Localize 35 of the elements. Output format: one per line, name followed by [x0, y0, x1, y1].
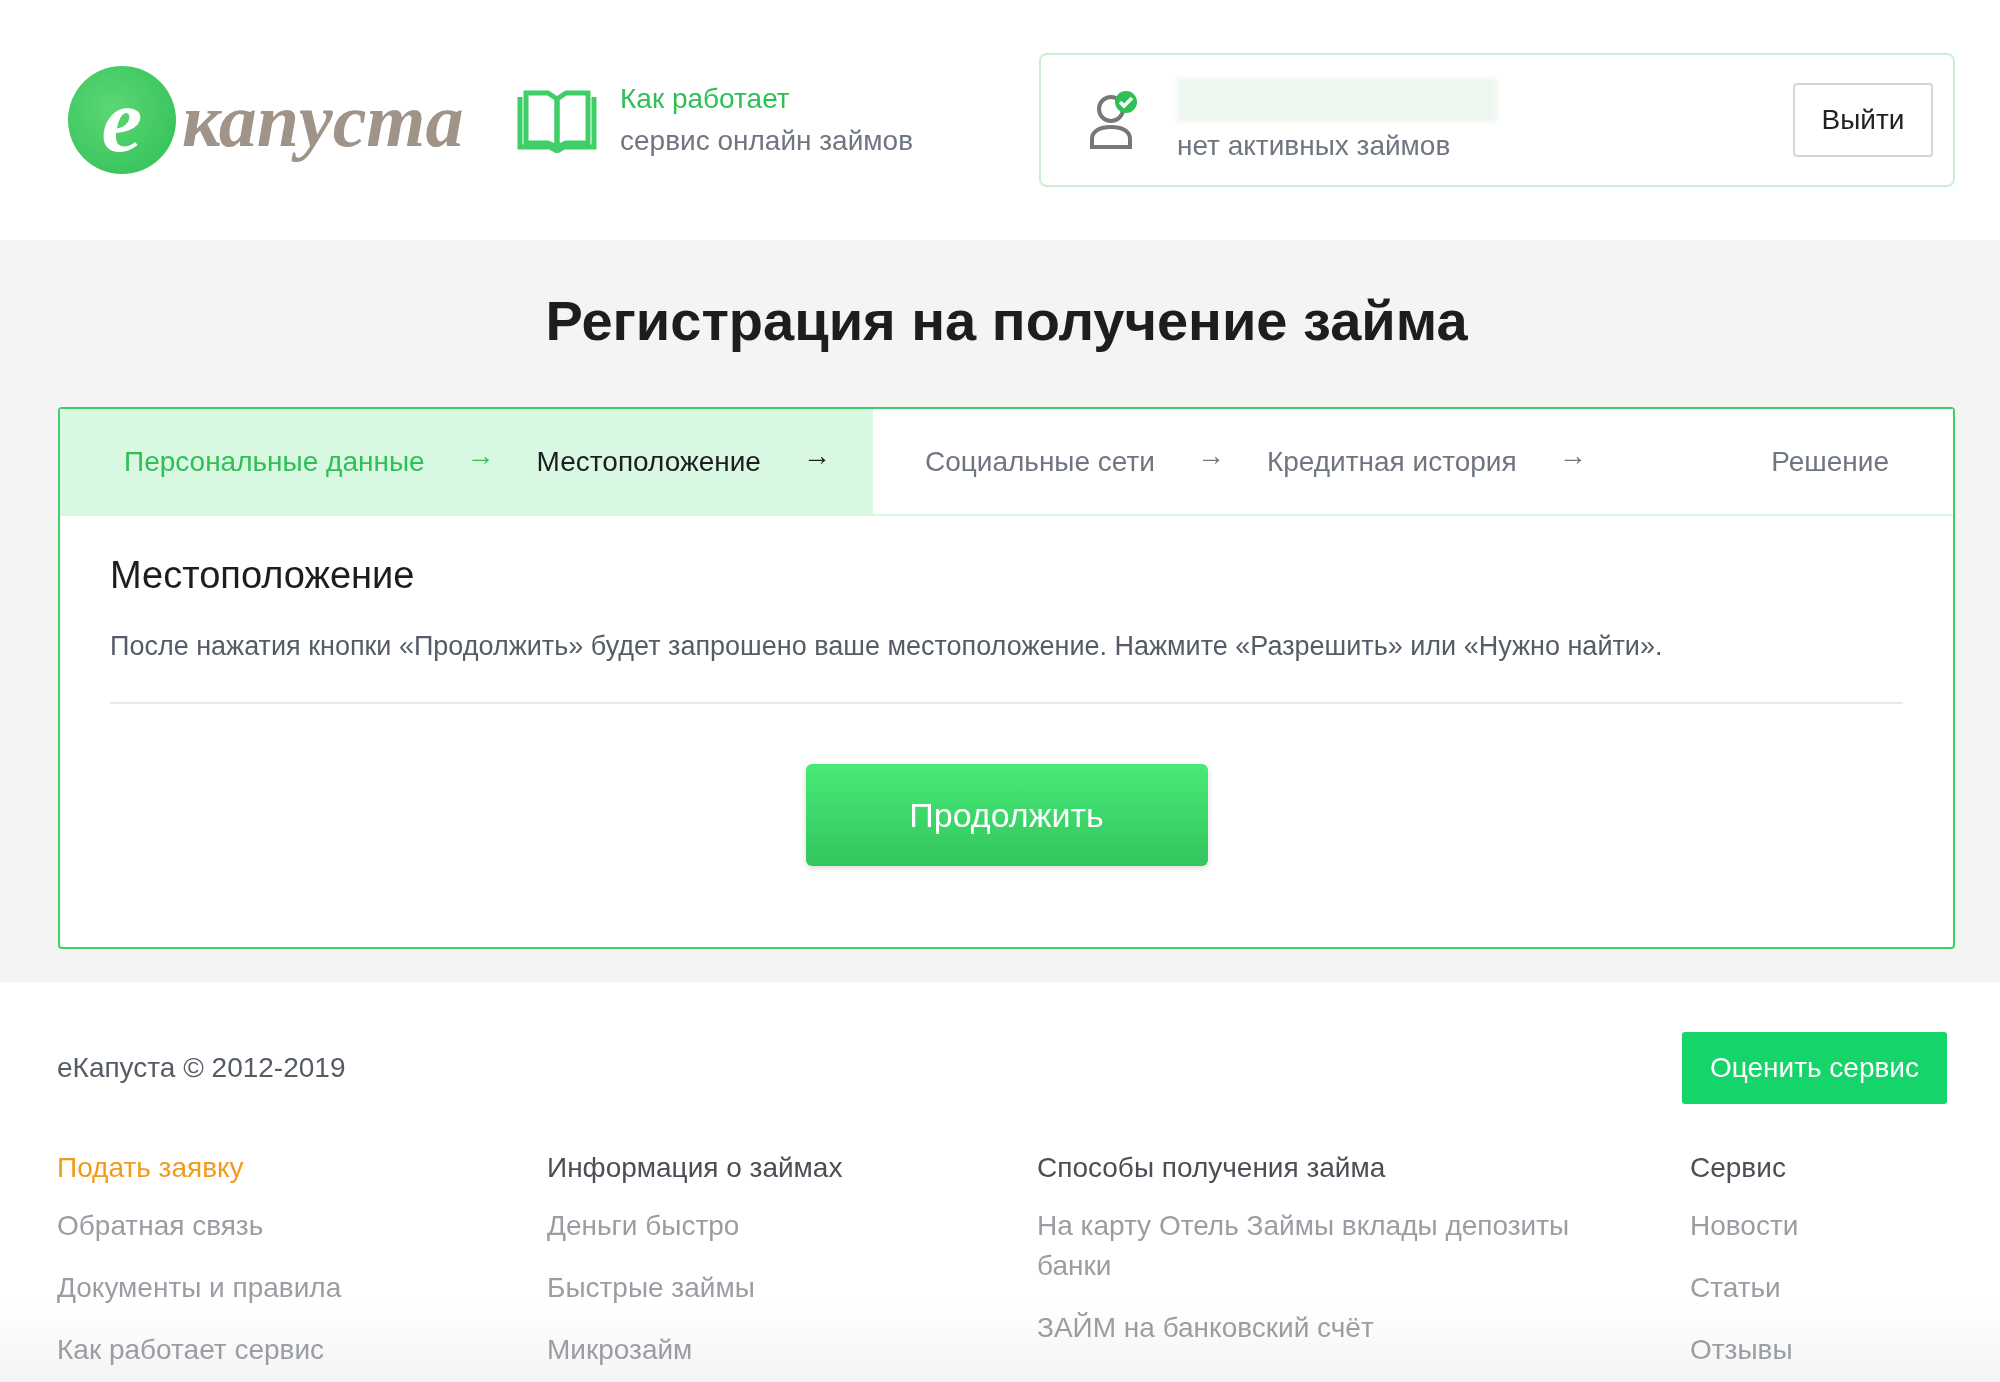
continue-button[interactable]: Продолжить: [805, 764, 1208, 866]
rate-service-button[interactable]: Оценить сервис: [1681, 1032, 1947, 1104]
footer-link[interactable]: Статьи: [1690, 1268, 1781, 1308]
step-tab[interactable]: Решение: [1771, 445, 1889, 478]
footer-link[interactable]: Микрозайм: [547, 1330, 693, 1370]
footer-link[interactable]: Деньги быстро: [547, 1206, 740, 1246]
section-title: Местоположение: [110, 554, 416, 597]
footer-link[interactable]: Отзывы: [1690, 1330, 1793, 1370]
footer-link[interactable]: Обратная связь: [57, 1206, 264, 1246]
footer-heading[interactable]: Подать заявку: [57, 1152, 244, 1184]
step-tab[interactable]: Местоположение: [536, 445, 761, 478]
copyright: еКапуста © 2012-2019: [57, 1052, 346, 1084]
step-arrow: →: [466, 439, 495, 472]
step-tab[interactable]: Персональные данные: [124, 445, 425, 478]
section-text: После нажатия кнопки «Продолжить» будет запрошено ваше местоположение. Нажмите «Разрешить» или «Нужно найти».: [110, 631, 1664, 662]
logo-mark: e: [68, 66, 176, 174]
footer-heading[interactable]: Информация о займах: [547, 1152, 843, 1184]
footer-link[interactable]: Новости: [1690, 1206, 1799, 1246]
step-tab[interactable]: Кредитная история: [1266, 445, 1517, 478]
step-arrow: →: [1558, 439, 1587, 472]
page-title: Регистрация на получение займа: [545, 288, 1468, 353]
how-it-works-link[interactable]: Как работает сервис онлайн займов: [516, 83, 913, 157]
step-arrow: →: [1196, 439, 1225, 472]
step-arrow: →: [802, 439, 831, 472]
footer-heading[interactable]: Сервис: [1690, 1152, 1786, 1184]
logo-text: капуста: [182, 76, 464, 164]
footer-link[interactable]: ЗАЙМ на банковский счёт: [1037, 1308, 1374, 1348]
footer-link[interactable]: На карту Отель Займы вклады депозиты банки: [1037, 1206, 1597, 1286]
loan-status: нет активных займов: [1177, 130, 1452, 162]
logout-button[interactable]: Выйти: [1793, 83, 1933, 157]
footer-link[interactable]: Документы и правила: [57, 1268, 342, 1308]
step-tab[interactable]: Социальные сети: [924, 445, 1155, 478]
footer-link[interactable]: Как работает сервис: [57, 1330, 325, 1370]
footer-link[interactable]: Быстрые займы: [547, 1268, 755, 1308]
footer-heading[interactable]: Способы получения займа: [1037, 1152, 1386, 1184]
